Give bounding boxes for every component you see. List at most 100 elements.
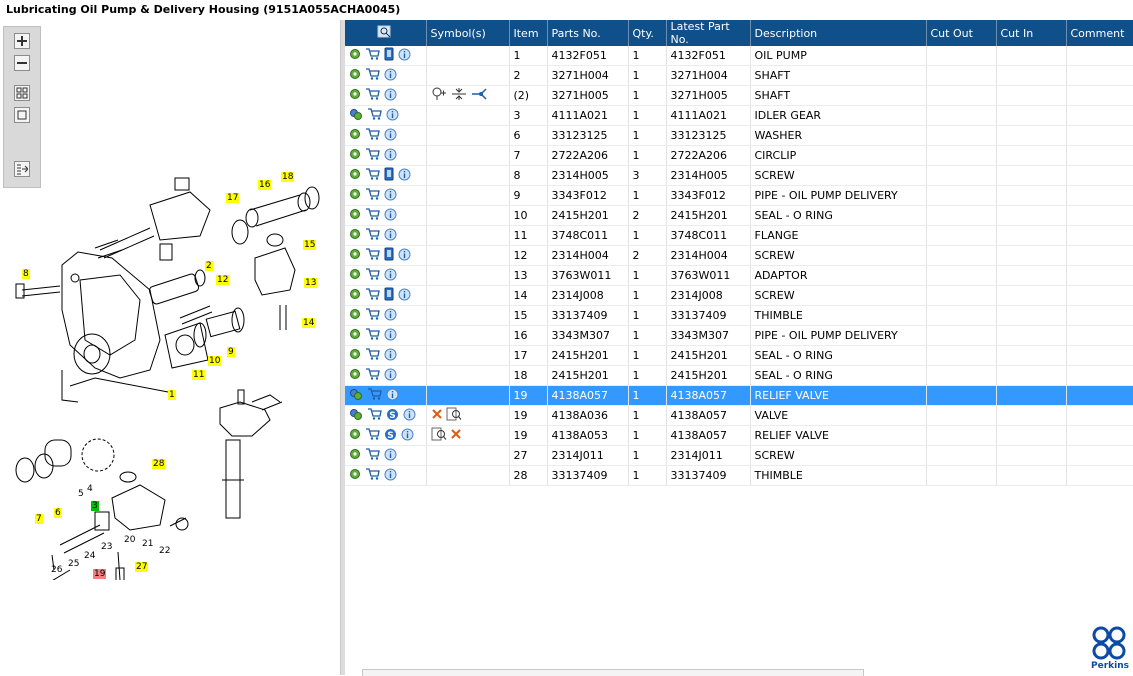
table-row[interactable]: 13 3763W011 1 3763W011 ADAPTOR xyxy=(345,265,1133,286)
info-icon[interactable] xyxy=(403,408,416,424)
table-row[interactable]: 8 2314H005 3 2314H005 SCREW xyxy=(345,165,1133,186)
column-header-comment[interactable]: Comment xyxy=(1066,20,1133,46)
gear-icon[interactable] xyxy=(349,188,361,203)
cart-icon[interactable] xyxy=(365,248,380,263)
gear-icon[interactable] xyxy=(349,428,361,443)
gear-icon[interactable] xyxy=(349,308,361,323)
gear-icon[interactable] xyxy=(349,348,361,363)
info-icon[interactable] xyxy=(398,48,411,64)
cart-icon[interactable] xyxy=(365,288,380,303)
gear-icon[interactable] xyxy=(349,448,361,463)
gear-icon[interactable] xyxy=(349,328,361,343)
callout-14[interactable]: 14 xyxy=(302,318,316,328)
cart-icon[interactable] xyxy=(365,148,380,163)
callout-2[interactable]: 2 xyxy=(205,261,213,271)
table-row[interactable]: 19 4138A057 1 4138A057 RELIEF VALVE xyxy=(345,385,1133,406)
book-icon[interactable] xyxy=(384,247,394,264)
diagram-pane[interactable]: 8 2 12 1 10 9 11 13 14 15 16 17 18 28 3 … xyxy=(0,20,340,675)
info-icon[interactable] xyxy=(398,248,411,264)
table-row[interactable]: S 19 4138A036 1 4138A057 VALVE xyxy=(345,405,1133,426)
info-icon[interactable] xyxy=(384,128,397,144)
cart-icon[interactable] xyxy=(365,68,380,83)
info-icon[interactable] xyxy=(384,148,397,164)
magnify-doc-icon[interactable] xyxy=(431,427,447,444)
info-icon[interactable] xyxy=(384,448,397,464)
info-icon[interactable] xyxy=(384,468,397,484)
callout-6[interactable]: 6 xyxy=(54,508,62,518)
info-icon[interactable] xyxy=(384,68,397,84)
callout-9[interactable]: 9 xyxy=(227,347,235,357)
table-row[interactable]: 7 2722A206 1 2722A206 CIRCLIP xyxy=(345,145,1133,166)
cart-icon[interactable] xyxy=(365,448,380,463)
gear-icon[interactable] xyxy=(349,208,361,223)
column-header-latest-part-no[interactable]: Latest Part No. xyxy=(666,20,751,46)
zoom-out-button[interactable] xyxy=(14,55,30,71)
column-header-cut-in[interactable]: Cut In xyxy=(996,20,1067,46)
gear-icon[interactable] xyxy=(349,128,361,143)
callout-19[interactable]: 19 xyxy=(93,569,107,579)
column-header-actions[interactable] xyxy=(345,20,427,46)
info-icon[interactable] xyxy=(398,288,411,304)
callout-12[interactable]: 12 xyxy=(216,275,230,285)
cart-icon[interactable] xyxy=(367,108,382,123)
cart-icon[interactable] xyxy=(367,408,382,423)
info-icon[interactable] xyxy=(384,208,397,224)
info-icon[interactable] xyxy=(384,348,397,364)
gear-icon[interactable] xyxy=(349,148,361,163)
info-icon[interactable] xyxy=(384,268,397,284)
cart-icon[interactable] xyxy=(365,88,380,103)
actual-size-button[interactable] xyxy=(14,107,30,123)
table-row[interactable]: S 19 4138A053 1 4138A057 RELIEF VALVE xyxy=(345,425,1133,446)
callout-3[interactable]: 3 xyxy=(91,501,99,511)
column-header-qty[interactable]: Qty. xyxy=(628,20,667,46)
book-icon[interactable] xyxy=(384,47,394,64)
cart-icon[interactable] xyxy=(365,348,380,363)
callout-28[interactable]: 28 xyxy=(152,459,166,469)
cart-icon[interactable] xyxy=(365,168,380,183)
callout-13[interactable]: 13 xyxy=(304,278,318,288)
info-icon[interactable] xyxy=(384,88,397,104)
callout-17[interactable]: 17 xyxy=(226,193,240,203)
info-icon[interactable] xyxy=(384,308,397,324)
table-row[interactable]: 16 3343M307 1 3343M307 PIPE - OIL PUMP DELIV… xyxy=(345,325,1133,346)
cart-icon[interactable] xyxy=(365,208,380,223)
info-icon[interactable] xyxy=(401,428,414,444)
info-icon[interactable] xyxy=(386,388,399,404)
table-row[interactable]: 9 3343F012 1 3343F012 PIPE - OIL PUMP DELIVE… xyxy=(345,185,1133,206)
merge-arrow-icon[interactable] xyxy=(471,87,487,104)
gear-group-icon[interactable] xyxy=(349,408,363,424)
table-row[interactable]: 1 4132F051 1 4132F051 OIL PUMP xyxy=(345,46,1133,66)
callout-8[interactable]: 8 xyxy=(22,269,30,279)
info-icon[interactable] xyxy=(384,328,397,344)
gear-icon[interactable] xyxy=(349,168,361,183)
gear-group-icon[interactable] xyxy=(349,108,363,124)
book-icon[interactable] xyxy=(384,287,394,304)
info-icon[interactable] xyxy=(384,188,397,204)
info-icon[interactable] xyxy=(398,168,411,184)
cart-icon[interactable] xyxy=(365,188,380,203)
cart-icon[interactable] xyxy=(365,48,380,63)
column-header-cut-out[interactable]: Cut Out xyxy=(926,20,997,46)
callout-1[interactable]: 1 xyxy=(168,390,176,400)
cart-icon[interactable] xyxy=(365,228,380,243)
callout-16[interactable]: 16 xyxy=(258,180,272,190)
callout-27[interactable]: 27 xyxy=(135,562,149,572)
table-row[interactable]: 3 4111A021 1 4111A021 IDLER GEAR xyxy=(345,105,1133,126)
cart-icon[interactable] xyxy=(365,428,380,443)
callout-10[interactable]: 10 xyxy=(208,356,222,366)
column-header-parts-no[interactable]: Parts No. xyxy=(547,20,629,46)
gear-group-icon[interactable] xyxy=(349,388,363,404)
callout-11[interactable]: 11 xyxy=(192,370,206,380)
table-row[interactable]: 27 2314J011 1 2314J011 SCREW xyxy=(345,445,1133,466)
table-row[interactable]: 15 33137409 1 33137409 THIMBLE xyxy=(345,305,1133,326)
gear-icon[interactable] xyxy=(349,68,361,83)
callout-18[interactable]: 18 xyxy=(281,172,295,182)
magnify-doc-icon[interactable] xyxy=(446,407,462,424)
table-row[interactable]: 6 33123125 1 33123125 WASHER xyxy=(345,125,1133,146)
zoom-in-button[interactable] xyxy=(14,33,30,49)
gear-icon[interactable] xyxy=(349,88,361,103)
cart-icon[interactable] xyxy=(365,468,380,483)
cart-icon[interactable] xyxy=(367,388,382,403)
pin-marker-icon[interactable] xyxy=(431,87,447,104)
table-row[interactable]: 10 2415H201 2 2415H201 SEAL - O RING xyxy=(345,205,1133,226)
